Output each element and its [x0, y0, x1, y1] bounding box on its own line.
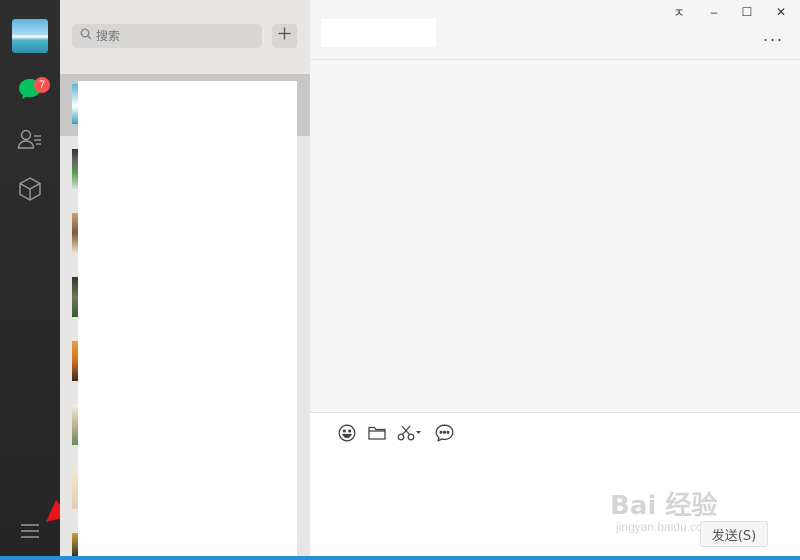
folder-icon: [368, 425, 386, 446]
close-button[interactable]: ✕: [770, 3, 792, 21]
file-button[interactable]: [366, 424, 388, 446]
more-button[interactable]: ···: [760, 28, 786, 49]
redacted-list-area: [78, 81, 297, 560]
speech-bubble-icon: [435, 424, 454, 447]
send-button[interactable]: 发送(S): [700, 521, 768, 547]
pin-icon: ㅈ: [673, 5, 685, 20]
maximize-button[interactable]: ☐: [736, 3, 758, 21]
pin-button[interactable]: ㅈ: [668, 3, 690, 21]
add-button[interactable]: [272, 24, 297, 48]
chat-history-button[interactable]: [433, 424, 455, 446]
search-box[interactable]: [72, 24, 262, 48]
minimize-icon: –: [710, 5, 718, 19]
emoji-button[interactable]: [336, 424, 358, 446]
search-icon: [80, 27, 92, 45]
close-icon: ✕: [775, 5, 787, 19]
search-input[interactable]: [96, 29, 246, 43]
minimize-button[interactable]: –: [703, 3, 725, 21]
unread-badge: 7: [34, 77, 50, 93]
plus-icon: [278, 27, 291, 45]
more-dots-icon: ···: [762, 28, 784, 49]
maximize-icon: ☐: [741, 5, 753, 19]
contacts-icon: [17, 127, 43, 156]
scissors-icon: [397, 425, 423, 446]
favorites-nav-button[interactable]: [12, 173, 48, 209]
redacted-chat-title: [321, 19, 436, 47]
contacts-nav-button[interactable]: [12, 123, 48, 159]
hamburger-icon: [20, 523, 40, 544]
screenshot-button[interactable]: [397, 424, 423, 446]
taskbar-edge: [0, 556, 800, 560]
cube-icon: [18, 176, 42, 207]
emoji-icon: [338, 424, 356, 447]
avatar[interactable]: [12, 19, 48, 53]
